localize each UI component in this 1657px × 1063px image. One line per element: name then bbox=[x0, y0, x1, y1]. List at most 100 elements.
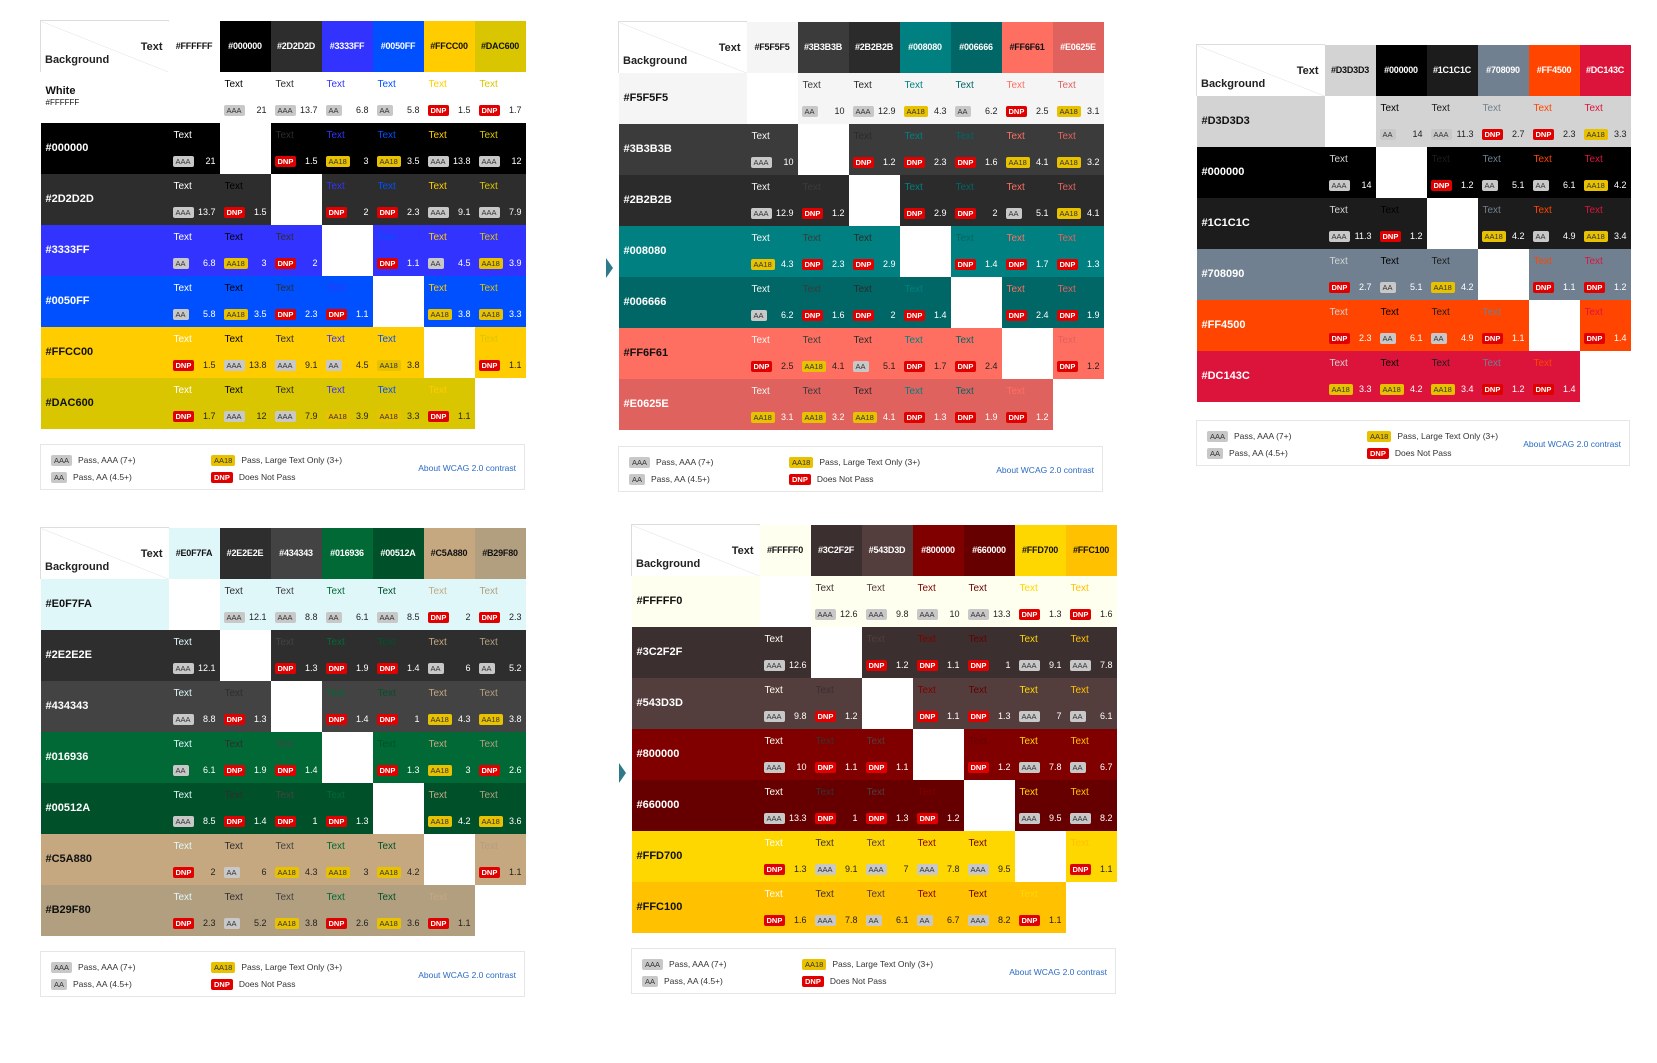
corner-text-label: Text bbox=[140, 548, 163, 560]
contrast-ratio: 1.2 bbox=[1613, 281, 1627, 292]
contrast-cell: Text DNP 1.2 bbox=[1052, 327, 1104, 379]
wcag-contrast-link[interactable]: About WCAG 2.0 contrast bbox=[418, 970, 516, 980]
contrast-cell: Text DNP 1.1 bbox=[321, 275, 373, 327]
sample-text: Text bbox=[173, 282, 192, 294]
contrast-result: DNP 2 bbox=[325, 206, 370, 218]
wcag-contrast-link[interactable]: About WCAG 2.0 contrast bbox=[418, 463, 516, 473]
contrast-ratio: 1.6 bbox=[793, 914, 807, 925]
column-header-label: #E0625E bbox=[1060, 42, 1096, 52]
sample-text: Text bbox=[1070, 786, 1089, 798]
row-header-label: #708090 bbox=[1202, 268, 1245, 280]
contrast-ratio: 1.3 bbox=[1048, 608, 1062, 619]
contrast-cell: Text DNP 1.3 bbox=[861, 779, 913, 831]
sample-text: Text bbox=[955, 232, 974, 244]
wcag-contrast-link[interactable]: About WCAG 2.0 contrast bbox=[1523, 439, 1621, 449]
contrast-result: AA 4.9 bbox=[1430, 332, 1475, 344]
sample-text: Text bbox=[479, 129, 498, 141]
contrast-ratio: 1.2 bbox=[1035, 411, 1049, 422]
contrast-cell: Text DNP 1.7 bbox=[474, 71, 526, 123]
column-header-label: #3B3B3B bbox=[803, 42, 843, 52]
contrast-ratio: 7.8 bbox=[1099, 659, 1113, 670]
rating-badge: DNP bbox=[865, 761, 888, 773]
contrast-result: DNP 1.2 bbox=[967, 761, 1012, 773]
legend-badge-aaa: AAA bbox=[629, 457, 651, 468]
sample-text: Text bbox=[1533, 153, 1552, 165]
contrast-result: AA18 3 bbox=[325, 866, 370, 878]
sample-text: Text bbox=[866, 888, 885, 900]
wcag-contrast-link[interactable]: About WCAG 2.0 contrast bbox=[996, 465, 1094, 475]
column-header: #00512A bbox=[372, 527, 424, 579]
rating-badge: DNP bbox=[325, 206, 348, 218]
contrast-ratio: 7.8 bbox=[1048, 761, 1062, 772]
sample-text: Text bbox=[428, 636, 447, 648]
empty-cell bbox=[372, 782, 424, 834]
contrast-cell: Text AAA 14 bbox=[1324, 146, 1376, 198]
contrast-result: DNP 1.5 bbox=[172, 359, 217, 371]
sample-text: Text bbox=[428, 687, 447, 699]
contrast-cell: Text AAA 9.8 bbox=[861, 575, 913, 627]
row-header: #DAC600 bbox=[40, 377, 169, 429]
sample-text: Text bbox=[326, 585, 345, 597]
rating-badge: DNP bbox=[1379, 230, 1402, 242]
sample-text: Text bbox=[377, 840, 396, 852]
rating-badge: DNP bbox=[274, 257, 297, 269]
sample-text: Text bbox=[326, 384, 345, 396]
contrast-ratio: 4.1 bbox=[1086, 207, 1100, 218]
contrast-result: AAA 12.6 bbox=[814, 608, 859, 620]
legend-item-aa18: AA18 Pass, Large Text Only (3+) bbox=[789, 457, 920, 468]
legend-badge-aa18: AA18 bbox=[211, 455, 236, 466]
sample-text: Text bbox=[751, 130, 770, 142]
contrast-ratio: 1.3 bbox=[304, 662, 318, 673]
row-header-label: #3B3B3B bbox=[624, 143, 672, 155]
contrast-result: DNP 2 bbox=[852, 309, 897, 321]
contrast-result: AAA 12.1 bbox=[223, 611, 268, 623]
contrast-cell: Text DNP 1.5 bbox=[168, 326, 220, 378]
contrast-ratio: 1.3 bbox=[895, 812, 909, 823]
column-header-label: #FFFFFF bbox=[175, 41, 213, 51]
collapse-arrow-icon[interactable] bbox=[619, 763, 626, 783]
column-header: #2D2D2D bbox=[270, 20, 322, 72]
contrast-ratio: 12.6 bbox=[839, 608, 858, 619]
contrast-ratio: 1 bbox=[414, 713, 420, 724]
row-header-label: #F5F5F5 bbox=[624, 92, 669, 104]
rating-badge: DNP bbox=[1056, 360, 1079, 372]
rating-badge: AA bbox=[1430, 332, 1447, 344]
sample-text: Text bbox=[751, 334, 770, 346]
contrast-result: AAA 13.8 bbox=[223, 359, 268, 371]
collapse-arrow-icon[interactable] bbox=[606, 258, 613, 278]
rating-badge: DNP bbox=[274, 815, 297, 827]
sample-text: Text bbox=[377, 891, 396, 903]
table-row: #000000 Text AAA 21 Text DNP 1.5 Text AA18 3 Text A… bbox=[40, 122, 526, 174]
sample-text: Text bbox=[1329, 306, 1348, 318]
contrast-cell: Text AAA 8.5 bbox=[168, 782, 220, 834]
contrast-result: AAA 11.3 bbox=[1328, 230, 1373, 242]
contrast-cell: Text AA18 3.3 bbox=[372, 377, 424, 429]
row-header-name: #00512A bbox=[45, 802, 91, 814]
sample-text: Text bbox=[815, 888, 834, 900]
column-header-label: #E0F7FA bbox=[175, 548, 213, 558]
sample-text: Text bbox=[1057, 79, 1076, 91]
contrast-cell: Text DNP 2.3 bbox=[372, 173, 424, 225]
contrast-cell: Text AA18 3 bbox=[321, 122, 373, 174]
legend-item-aa: AA Pass, AA (4.5+) bbox=[642, 976, 723, 987]
rating-badge: AAA bbox=[274, 359, 296, 371]
legend-label-dnp: Does Not Pass bbox=[238, 472, 296, 482]
rating-badge: AAA bbox=[478, 155, 500, 167]
sample-text: Text bbox=[1019, 786, 1038, 798]
contrast-result: AA18 4.2 bbox=[427, 815, 472, 827]
contrast-result: AAA 7.8 bbox=[916, 863, 961, 875]
contrast-result: AA 4.5 bbox=[427, 257, 472, 269]
contrast-cell: Text DNP 1.1 bbox=[1528, 248, 1580, 300]
wcag-contrast-link[interactable]: About WCAG 2.0 contrast bbox=[1009, 967, 1107, 977]
contrast-result: AA18 4.2 bbox=[1583, 179, 1628, 191]
rating-badge: AA18 bbox=[1005, 156, 1030, 168]
contrast-ratio: 9.8 bbox=[895, 608, 909, 619]
rating-badge: AA bbox=[325, 104, 342, 116]
row-header-name: #2D2D2D bbox=[45, 193, 94, 205]
contrast-ratio: 1.6 bbox=[984, 156, 998, 167]
row-header-name: #660000 bbox=[636, 799, 680, 811]
sample-text: Text bbox=[173, 636, 192, 648]
contrast-ratio: 2.4 bbox=[984, 360, 998, 371]
contrast-result: DNP 1.3 bbox=[763, 863, 808, 875]
contrast-cell: Text AA18 4.1 bbox=[1052, 174, 1104, 226]
